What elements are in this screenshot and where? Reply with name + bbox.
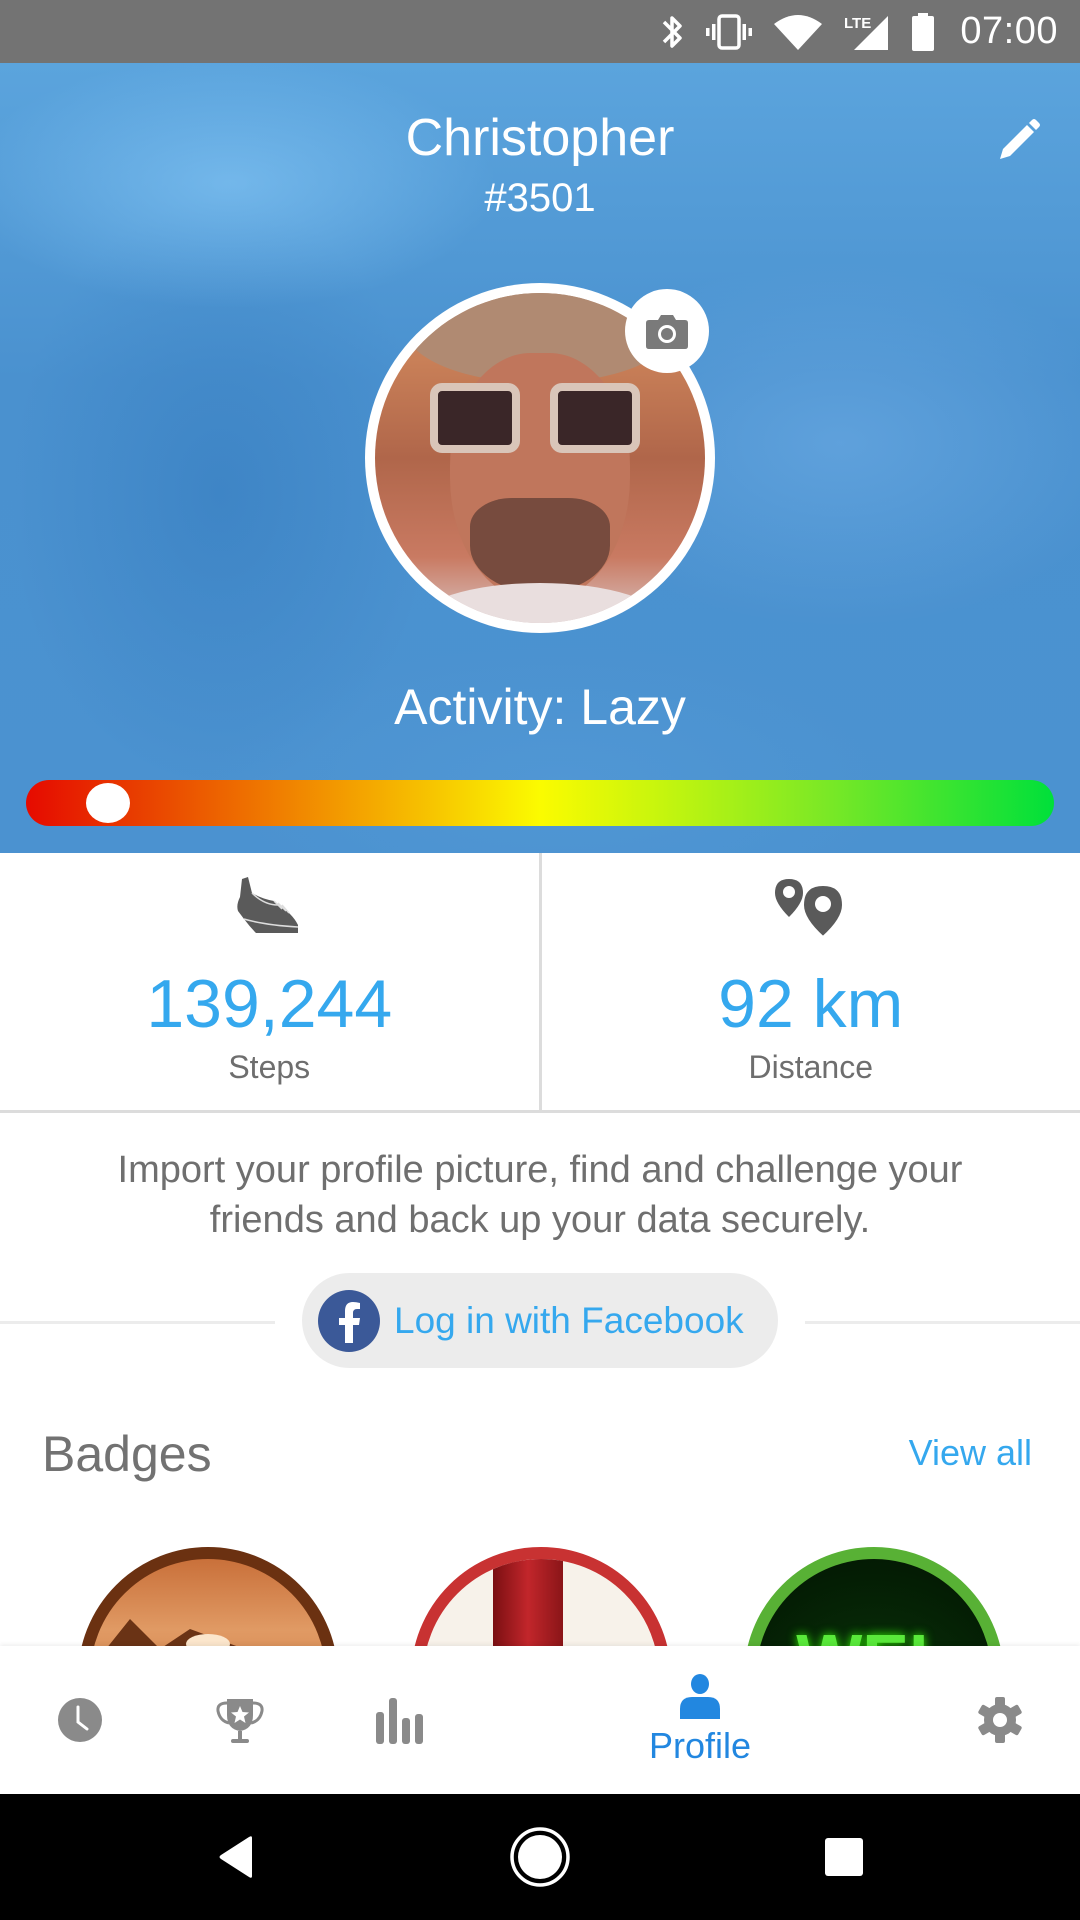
- nav-tab-settings[interactable]: [960, 1646, 1040, 1794]
- battery-icon: [912, 12, 935, 51]
- user-id: #3501: [484, 176, 596, 220]
- facebook-promo-text: Import your profile picture, find and ch…: [117, 1149, 963, 1241]
- edit-profile-button[interactable]: [988, 111, 1048, 171]
- svg-text:LTE: LTE: [844, 15, 871, 32]
- back-icon: [219, 1836, 252, 1878]
- recents-icon: [825, 1838, 863, 1876]
- status-time: 07:00: [960, 10, 1058, 52]
- steps-label: Steps: [228, 1049, 311, 1085]
- back-button[interactable]: [176, 1794, 296, 1920]
- nav-tab-history[interactable]: [40, 1646, 120, 1794]
- camera-icon: [646, 315, 688, 349]
- system-navigation-bar: [0, 1794, 1080, 1920]
- facebook-login-label: Log in with Facebook: [394, 1299, 744, 1341]
- nav-tab-profile[interactable]: Profile: [630, 1646, 770, 1794]
- activity-label: Activity: Lazy: [394, 679, 686, 735]
- nav-tab-profile-label: Profile: [648, 1725, 752, 1766]
- nav-tab-statistics[interactable]: [360, 1646, 440, 1794]
- person-icon: [680, 1674, 720, 1719]
- change-photo-button[interactable]: [625, 289, 709, 373]
- distance-label: Distance: [748, 1049, 874, 1085]
- steps-value: 139,244: [146, 966, 393, 1042]
- facebook-icon: [318, 1289, 380, 1352]
- clock-icon: [58, 1698, 102, 1742]
- sneaker-icon: [234, 875, 304, 944]
- map-pins-icon: [771, 875, 851, 944]
- pencil-icon: [1000, 119, 1040, 159]
- bar-chart-icon: [376, 1698, 423, 1744]
- nav-tab-achievements[interactable]: [200, 1646, 280, 1794]
- bottom-navigation: Profile: [0, 1646, 1080, 1794]
- distance-stat[interactable]: 92 km Distance: [538, 853, 1080, 1110]
- user-name: Christopher: [405, 109, 675, 167]
- recents-button[interactable]: [784, 1794, 904, 1920]
- trophy-icon: [216, 1699, 264, 1743]
- activity-level-indicator: [86, 783, 131, 823]
- home-button[interactable]: [480, 1794, 600, 1920]
- gear-icon: [978, 1697, 1022, 1743]
- distance-value: 92 km: [718, 966, 904, 1042]
- lte-signal-icon: LTE: [844, 15, 889, 50]
- divider: [0, 1321, 275, 1324]
- vibrate-icon: [706, 13, 753, 50]
- steps-stat[interactable]: 139,244 Steps: [0, 853, 539, 1110]
- divider: [805, 1321, 1080, 1324]
- wifi-icon: [774, 14, 823, 50]
- profile-screen: LTE 07:00 Christopher #3501 Activity: La…: [0, 0, 1080, 1920]
- status-bar: LTE 07:00: [0, 0, 1080, 63]
- facebook-login-button[interactable]: Log in with Facebook: [302, 1273, 778, 1368]
- activity-level-bar: [26, 780, 1054, 826]
- bluetooth-icon: [663, 15, 683, 48]
- home-icon: [510, 1827, 570, 1887]
- badges-title: Badges: [42, 1426, 212, 1482]
- stats-panel: 139,244 Steps 92 km Distance: [0, 853, 1080, 1113]
- profile-header: Christopher #3501 Activity: Lazy: [0, 63, 1080, 853]
- view-all-badges-link[interactable]: View all: [909, 1432, 1032, 1474]
